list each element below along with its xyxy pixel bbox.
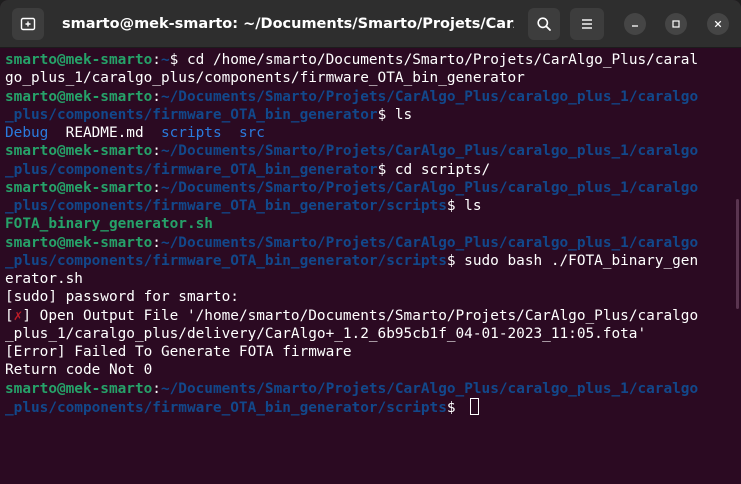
terminal-line: [Error] Failed To Generate FOTA firmware bbox=[5, 343, 728, 361]
terminal-line: _plus/components/firmware_OTA_bin_genera… bbox=[5, 397, 728, 416]
terminal-line: [sudo] password for smarto: bbox=[5, 288, 728, 306]
prompt-user: smarto@mek-smarto bbox=[5, 52, 153, 68]
title-bar[interactable]: smarto@mek-smarto: ~/Documents/Smarto/Pr… bbox=[0, 0, 741, 48]
terminal-text: $ ls bbox=[377, 106, 413, 123]
terminal-line: [✗] Open Output File '/home/smarto/Docum… bbox=[5, 307, 728, 325]
prompt-path: ~/Documents/Smarto/Projets/CarAlgo_Plus/… bbox=[160, 143, 699, 160]
terminal-line: Debug README.md scripts src bbox=[5, 124, 728, 142]
search-icon bbox=[537, 17, 551, 31]
terminal-text: : bbox=[152, 380, 161, 397]
terminal-text: [Error] Failed To Generate FOTA firmware bbox=[5, 344, 352, 360]
terminal-text: : bbox=[152, 179, 161, 196]
prompt-user: smarto@mek-smarto bbox=[5, 179, 153, 196]
terminal-text: : bbox=[152, 143, 161, 160]
terminal-line: FOTA_binary_generator.sh bbox=[5, 215, 728, 233]
terminal-text: $ sudo bash ./FOTA_binary_gen bbox=[446, 252, 699, 269]
terminal-text: : bbox=[152, 52, 161, 68]
terminal-line: smarto@mek-smarto:~$ cd /home/smarto/Doc… bbox=[5, 51, 728, 69]
prompt-user: smarto@mek-smarto bbox=[5, 88, 153, 105]
prompt-path: _plus/components/firmware_OTA_bin_genera… bbox=[5, 399, 447, 416]
prompt-user: smarto@mek-smarto bbox=[5, 380, 153, 397]
prompt-path: ~/Documents/Smarto/Projets/CarAlgo_Plus/… bbox=[160, 88, 699, 105]
terminal-text: go_plus_1/caralgo_plus/components/firmwa… bbox=[5, 70, 525, 87]
new-tab-button[interactable] bbox=[12, 8, 44, 40]
terminal-text: README.md bbox=[48, 125, 161, 141]
terminal-line: smarto@mek-smarto:~/Documents/Smarto/Pro… bbox=[5, 142, 728, 160]
prompt-user: smarto@mek-smarto bbox=[5, 143, 153, 160]
terminal-line: smarto@mek-smarto:~/Documents/Smarto/Pro… bbox=[5, 88, 728, 106]
terminal-window: smarto@mek-smarto: ~/Documents/Smarto/Pr… bbox=[0, 0, 741, 484]
terminal-text: $ bbox=[446, 399, 465, 416]
minimize-icon bbox=[632, 25, 638, 27]
terminal-line: _plus_1/caralgo_plus/delivery/CarAlgo+_1… bbox=[5, 325, 728, 343]
close-button[interactable] bbox=[707, 13, 729, 35]
new-tab-icon bbox=[20, 17, 36, 31]
scrollbar[interactable] bbox=[734, 49, 741, 484]
text-cursor bbox=[470, 397, 480, 415]
close-icon bbox=[714, 20, 722, 28]
terminal-line: go_plus_1/caralgo_plus/components/firmwa… bbox=[5, 69, 728, 87]
terminal-text: [sudo] password for smarto: bbox=[5, 289, 239, 306]
terminal-text: : bbox=[152, 88, 161, 105]
prompt-path: _plus/components/firmware_OTA_bin_genera… bbox=[5, 252, 447, 269]
search-button[interactable] bbox=[528, 8, 560, 40]
directory-name: src bbox=[238, 125, 265, 141]
terminal-line: _plus/components/firmware_OTA_bin_genera… bbox=[5, 197, 728, 215]
prompt-path: ~/Documents/Smarto/Projets/CarAlgo_Plus/… bbox=[160, 380, 699, 397]
terminal-text: _plus_1/caralgo_plus/delivery/CarAlgo+_1… bbox=[5, 325, 647, 342]
terminal-line: erator.sh bbox=[5, 270, 728, 288]
terminal-line: smarto@mek-smarto:~/Documents/Smarto/Pro… bbox=[5, 380, 728, 398]
hamburger-menu-icon bbox=[582, 19, 592, 29]
terminal-text: [ bbox=[5, 307, 14, 324]
prompt-path: _plus/components/firmware_OTA_bin_genera… bbox=[5, 106, 378, 123]
terminal-text: : bbox=[152, 234, 161, 251]
menu-button[interactable] bbox=[570, 8, 604, 40]
directory-name: scripts bbox=[160, 125, 222, 141]
maximize-button[interactable] bbox=[665, 13, 687, 35]
terminal-text: erator.sh bbox=[5, 271, 83, 287]
prompt-path: _plus/components/firmware_OTA_bin_genera… bbox=[5, 161, 378, 178]
minimize-button[interactable] bbox=[624, 13, 646, 35]
terminal-line: smarto@mek-smarto:~/Documents/Smarto/Pro… bbox=[5, 179, 728, 197]
terminal-text: $ ls bbox=[446, 198, 482, 214]
directory-name: Debug bbox=[5, 125, 49, 141]
window-title: smarto@mek-smarto: ~/Documents/Smarto/Pr… bbox=[62, 16, 514, 32]
terminal-text: $ cd scripts/ bbox=[377, 161, 491, 178]
terminal-line: _plus/components/firmware_OTA_bin_genera… bbox=[5, 106, 728, 124]
prompt-path: _plus/components/firmware_OTA_bin_genera… bbox=[5, 198, 447, 214]
terminal-line: _plus/components/firmware_OTA_bin_genera… bbox=[5, 161, 728, 179]
prompt-path: ~ bbox=[160, 52, 170, 68]
scrollbar-thumb[interactable] bbox=[736, 199, 739, 309]
maximize-icon bbox=[672, 20, 680, 28]
executable-name: FOTA_binary_generator.sh bbox=[5, 216, 213, 233]
terminal-text: Return code Not 0 bbox=[5, 362, 153, 379]
prompt-path: ~/Documents/Smarto/Projets/CarAlgo_Plus/… bbox=[160, 234, 699, 251]
terminal-text: $ cd /home/smarto/Documents/Smarto/Proje… bbox=[169, 52, 699, 68]
prompt-user: smarto@mek-smarto bbox=[5, 234, 153, 251]
terminal-output[interactable]: smarto@mek-smarto:~$ cd /home/smarto/Doc… bbox=[0, 49, 728, 484]
prompt-path: ~/Documents/Smarto/Projets/CarAlgo_Plus/… bbox=[160, 179, 699, 196]
terminal-text: ] Open Output File '/home/smarto/Documen… bbox=[22, 307, 699, 324]
terminal-line: Return code Not 0 bbox=[5, 361, 728, 379]
terminal-line: _plus/components/firmware_OTA_bin_genera… bbox=[5, 252, 728, 270]
terminal-line: smarto@mek-smarto:~/Documents/Smarto/Pro… bbox=[5, 234, 728, 252]
